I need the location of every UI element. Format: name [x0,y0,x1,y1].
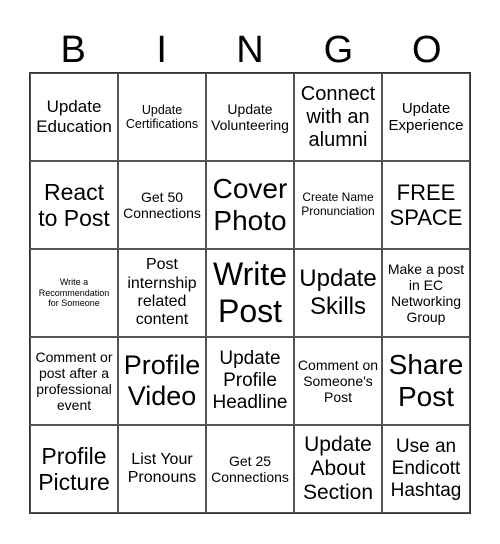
header-letter-o: O [412,29,442,71]
bingo-cell[interactable]: Make a post in EC Networking Group [382,249,470,337]
bingo-cell[interactable]: Get 25 Connections [206,425,294,513]
bingo-cell[interactable]: Share Post [382,337,470,425]
bingo-cell[interactable]: Create Name Pronunciation [294,161,382,249]
bingo-cell[interactable]: Post internship related content [118,249,206,337]
bingo-cell[interactable]: Write Post [206,249,294,337]
header-letter-i: I [156,29,167,71]
bingo-cell[interactable]: Get 50 Connections [118,161,206,249]
bingo-cell[interactable]: Comment or post after a professional eve… [30,337,118,425]
bingo-header: B I N G O [29,28,471,72]
bingo-cell[interactable]: Use an Endicott Hashtag [382,425,470,513]
bingo-cell[interactable]: Update Education [30,73,118,161]
header-letter-b: B [60,29,86,71]
bingo-cell[interactable]: Update Volunteering [206,73,294,161]
header-letter-g: G [323,29,354,71]
bingo-cell[interactable]: Connect with an alumni [294,73,382,161]
bingo-cell[interactable]: Update Certifications [118,73,206,161]
bingo-cell[interactable]: Profile Picture [30,425,118,513]
bingo-cell[interactable]: List Your Pronouns [118,425,206,513]
bingo-cell[interactable]: Update Skills [294,249,382,337]
bingo-cell[interactable]: Cover Photo [206,161,294,249]
free-space-cell[interactable]: FREE SPACE [382,161,470,249]
bingo-cell[interactable]: Update About Section [294,425,382,513]
bingo-cell[interactable]: React to Post [30,161,118,249]
header-letter-n: N [236,29,264,71]
bingo-cell[interactable]: Write a Recommendation for Someone [30,249,118,337]
bingo-cell[interactable]: Update Profile Headline [206,337,294,425]
bingo-grid: Update Education Update Certifications U… [29,72,471,514]
bingo-cell[interactable]: Comment on Someone's Post [294,337,382,425]
bingo-cell[interactable]: Update Experience [382,73,470,161]
bingo-cell[interactable]: Profile Video [118,337,206,425]
